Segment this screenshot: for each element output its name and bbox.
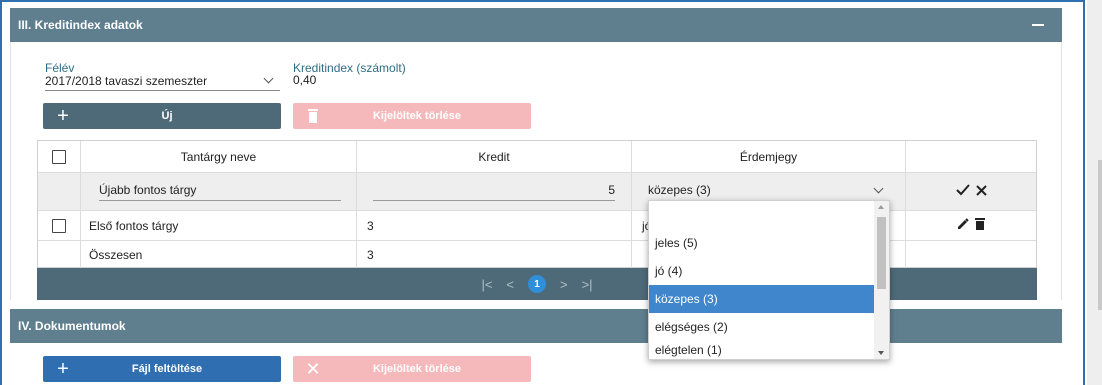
subject-edit-cell: Újabb fontos tárgy (81, 173, 357, 210)
grade-select[interactable]: közepes (3) (648, 183, 890, 201)
grade-dropdown-list[interactable]: jeles (5) jó (4) közepes (3) elégséges (… (648, 200, 890, 360)
subject-input[interactable]: Újabb fontos tárgy (99, 183, 341, 201)
dropdown-scrollbar[interactable] (874, 201, 889, 359)
plus-icon: + (57, 105, 69, 127)
grade-option[interactable]: jó (4) (649, 257, 875, 285)
semester-label: Félév (45, 61, 75, 75)
credit-cell: 3 (357, 211, 632, 240)
delete-selected-label: Kijelöltek törlése (372, 110, 462, 122)
empty-cell (38, 241, 81, 268)
trash-icon[interactable] (975, 218, 985, 233)
delete-selected-documents-button[interactable]: ✕ Kijelöltek törlése (293, 356, 531, 382)
prev-page-icon[interactable]: < (506, 277, 514, 292)
close-icon: ✕ (305, 359, 321, 379)
scroll-up-icon[interactable] (878, 205, 884, 209)
scroll-down-icon[interactable] (878, 351, 884, 355)
delete-selected-button[interactable]: Kijelöltek törlése (293, 103, 531, 129)
empty-cell (906, 241, 1036, 268)
trash-icon (293, 109, 333, 123)
close-icon[interactable] (975, 184, 987, 199)
section-title: III. Kreditindex adatok (18, 18, 143, 32)
collapse-icon[interactable] (1032, 24, 1044, 26)
section-header-dokumentumok[interactable]: IV. Dokumentumok (10, 309, 1062, 343)
upload-file-label: Fájl feltöltése (131, 363, 203, 375)
table-header-row: Tantárgy neve Kredit Érdemjegy (38, 141, 1036, 173)
section-header-kreditindex[interactable]: III. Kreditindex adatok (10, 8, 1062, 42)
select-all-checkbox[interactable] (52, 149, 66, 164)
section-title: IV. Dokumentumok (18, 319, 126, 333)
total-credit: 3 (357, 241, 632, 268)
edit-actions-cell (906, 173, 1036, 210)
credit-input[interactable]: 5 (373, 183, 615, 201)
column-header-subject[interactable]: Tantárgy neve (81, 141, 357, 172)
empty-cell (38, 173, 81, 210)
select-all-cell (38, 141, 81, 172)
plus-icon: + (57, 358, 69, 380)
grade-option[interactable]: elégséges (2) (649, 313, 875, 341)
upload-file-button[interactable]: + Fájl feltöltése (43, 356, 281, 382)
delete-selected-label: Kijelöltek törlése (372, 363, 462, 375)
credit-index-value: 0,40 (293, 73, 317, 87)
row-select-cell (38, 211, 81, 240)
next-page-icon[interactable]: > (560, 277, 568, 292)
grade-option-selected[interactable]: közepes (3) (649, 285, 875, 313)
page-scrollbar-thumb[interactable] (1098, 160, 1102, 310)
dropdown-scrollbar-thumb[interactable] (877, 217, 886, 289)
total-label: Összesen (81, 241, 357, 268)
page-scrollbar[interactable] (1087, 0, 1102, 385)
row-checkbox[interactable] (52, 218, 66, 233)
last-page-icon[interactable]: >| (582, 277, 593, 292)
confirm-check-icon[interactable] (955, 184, 970, 199)
credit-edit-cell: 5 (357, 173, 632, 210)
grade-option[interactable]: jeles (5) (649, 229, 875, 257)
subject-cell: Első fontos tárgy (81, 211, 357, 240)
semester-select-underline (45, 90, 280, 91)
first-page-icon[interactable]: |< (481, 277, 492, 292)
row-actions-cell (906, 211, 1036, 240)
new-button[interactable]: + Új (43, 103, 281, 129)
pencil-icon[interactable] (957, 218, 969, 233)
semester-select-value[interactable]: 2017/2018 tavaszi szemeszter (45, 74, 207, 88)
current-page-button[interactable]: 1 (528, 275, 546, 293)
column-header-grade[interactable]: Érdemjegy (632, 141, 906, 172)
new-button-label: Új (161, 110, 173, 122)
grade-option[interactable]: elégtelen (1) (649, 341, 875, 359)
column-header-credit[interactable]: Kredit (357, 141, 632, 172)
column-header-actions (906, 141, 1036, 172)
